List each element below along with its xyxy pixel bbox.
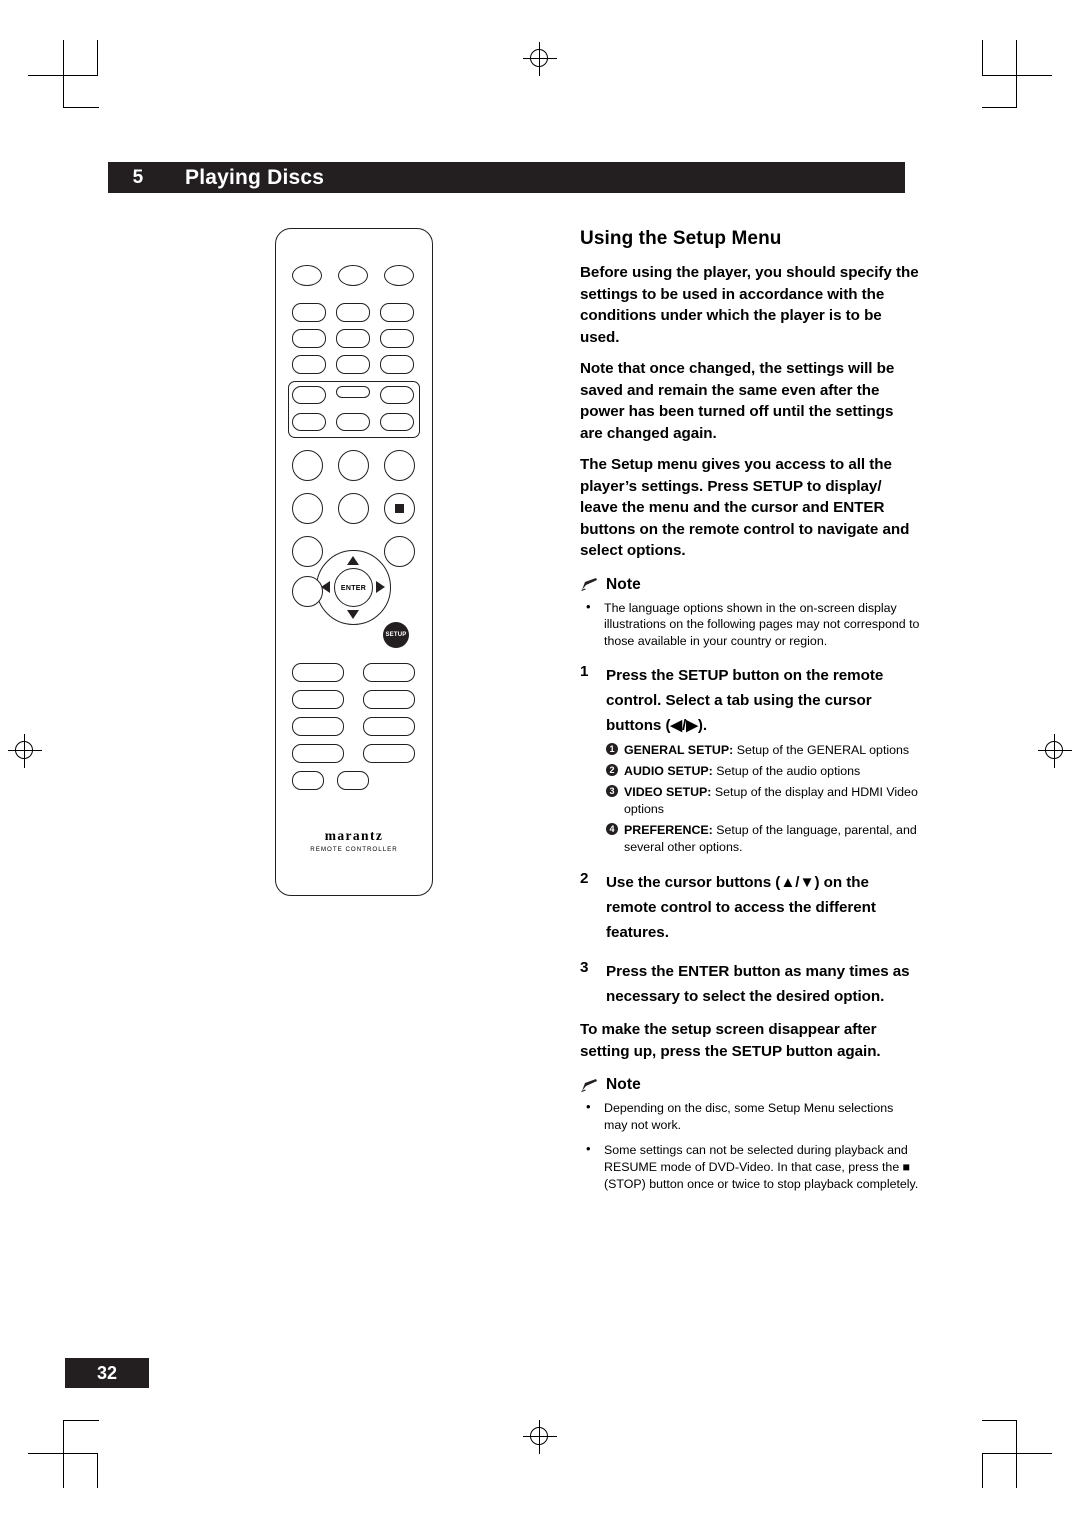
note-item: The language options shown in the on-scr… bbox=[580, 599, 920, 650]
remote-button-fn-10 bbox=[337, 771, 369, 790]
remote-button-play bbox=[336, 386, 370, 398]
circled-number-icon: 2 bbox=[606, 764, 618, 777]
note-heading-1: Note bbox=[580, 576, 920, 594]
circled-number-icon: 1 bbox=[606, 743, 618, 756]
sub-item-bold: AUDIO SETUP: bbox=[624, 764, 713, 779]
remote-button-pause bbox=[336, 413, 370, 431]
remote-button-audio bbox=[292, 450, 323, 481]
circled-number-icon: 4 bbox=[606, 823, 618, 836]
closing-paragraph: To make the setup screen disappear after… bbox=[580, 1021, 881, 1060]
remote-button-fn-8 bbox=[363, 744, 415, 763]
step-2: 2 Use the cursor buttons (▲/▼) on the re… bbox=[580, 870, 920, 945]
remote-button-subtitle bbox=[338, 450, 369, 481]
remote-button-top-menu bbox=[292, 536, 323, 567]
step-3: 3 Press the ENTER button as many times a… bbox=[580, 959, 920, 1009]
note-item: Some settings can not be selected during… bbox=[580, 1141, 920, 1192]
list-item: 2 AUDIO SETUP: Setup of the audio option… bbox=[606, 763, 920, 780]
list-item: 1 GENERAL SETUP: Setup of the GENERAL op… bbox=[606, 742, 920, 759]
sub-item-bold: VIDEO SETUP: bbox=[624, 785, 712, 800]
remote-button-angle bbox=[384, 450, 415, 481]
remote-button-return bbox=[292, 576, 323, 607]
list-item: 3 VIDEO SETUP: Setup of the display and … bbox=[606, 784, 920, 818]
remote-button-num-6 bbox=[380, 329, 414, 348]
registration-mark-bottom bbox=[523, 1420, 557, 1454]
remote-button-fn-7 bbox=[292, 744, 344, 763]
remote-button-fn-2 bbox=[363, 663, 415, 682]
step-3-text: Press the ENTER button as many times as … bbox=[606, 963, 910, 1006]
remote-button-power bbox=[292, 265, 322, 286]
main-text-column: Using the Setup Menu Before using the pl… bbox=[580, 228, 920, 1201]
remote-button-repeat bbox=[338, 493, 369, 524]
registration-mark-left bbox=[8, 734, 42, 768]
pencil-icon bbox=[580, 577, 599, 592]
cursor-down-icon bbox=[347, 610, 359, 619]
remote-button-fn-4 bbox=[363, 690, 415, 709]
step-3-number: 3 bbox=[580, 959, 589, 977]
cursor-right-icon bbox=[376, 581, 385, 593]
remote-button-num-8 bbox=[336, 355, 370, 374]
note-label-2: Note bbox=[606, 1076, 641, 1094]
remote-button-zoom bbox=[292, 493, 323, 524]
remote-button-fn-5 bbox=[292, 717, 344, 736]
step-2-number: 2 bbox=[580, 870, 589, 888]
remote-button-enter: ENTER bbox=[334, 568, 373, 607]
sub-item-bold: PREFERENCE: bbox=[624, 823, 713, 838]
intro-paragraph-3: The Setup menu gives you access to all t… bbox=[580, 456, 910, 559]
circled-number-icon: 3 bbox=[606, 785, 618, 798]
note-list-2: Depending on the disc, some Setup Menu s… bbox=[580, 1099, 920, 1192]
cursor-up-icon bbox=[347, 556, 359, 565]
step-2-text: Use the cursor buttons (▲/▼) on the remo… bbox=[606, 874, 876, 942]
remote-button-fn-6 bbox=[363, 717, 415, 736]
remote-brand-block: marantz REMOTE CONTROLLER bbox=[275, 828, 433, 853]
remote-button-num-2 bbox=[336, 303, 370, 322]
step-1-number: 1 bbox=[580, 663, 589, 681]
remote-button-num-9 bbox=[380, 355, 414, 374]
intro-paragraph-2: Note that once changed, the settings wil… bbox=[580, 360, 895, 442]
chapter-number: 5 bbox=[132, 167, 144, 188]
remote-button-menu bbox=[384, 536, 415, 567]
page-number: 32 bbox=[65, 1358, 149, 1388]
remote-button-num-1 bbox=[292, 303, 326, 322]
remote-button-num-3 bbox=[380, 303, 414, 322]
step-1-text: Press the SETUP button on the remote con… bbox=[606, 667, 884, 735]
list-item: 4 PREFERENCE: Setup of the language, par… bbox=[606, 822, 920, 856]
remote-button-setup: SETUP bbox=[383, 622, 409, 648]
chapter-title: Playing Discs bbox=[185, 166, 325, 189]
remote-button-num-4 bbox=[292, 329, 326, 348]
remote-button-stop bbox=[384, 493, 415, 524]
remote-brand-name: marantz bbox=[324, 828, 384, 843]
remote-brand-sublabel: REMOTE CONTROLLER bbox=[310, 846, 398, 853]
section-title: Using the Setup Menu bbox=[580, 228, 782, 249]
note-item: Depending on the disc, some Setup Menu s… bbox=[580, 1099, 920, 1133]
remote-button-fn-1 bbox=[292, 663, 344, 682]
remote-button-display bbox=[384, 265, 414, 286]
remote-button-open-close bbox=[338, 265, 368, 286]
remote-button-fwd bbox=[380, 413, 414, 431]
remote-control-illustration: ENTER SETUP marantz REMOTE CONTROLLER bbox=[275, 228, 435, 898]
note-label-1: Note bbox=[606, 575, 641, 593]
note-list-1: The language options shown in the on-scr… bbox=[580, 599, 920, 650]
intro-paragraph-1: Before using the player, you should spec… bbox=[580, 264, 919, 346]
remote-button-prev bbox=[292, 386, 326, 404]
note-heading-2: Note bbox=[580, 1076, 920, 1094]
remote-button-rev bbox=[292, 413, 326, 431]
sub-item-rest: Setup of the GENERAL options bbox=[733, 743, 910, 758]
sub-item-rest: Setup of the audio options bbox=[712, 764, 861, 779]
pencil-icon bbox=[580, 1078, 599, 1093]
remote-button-next bbox=[380, 386, 414, 404]
step-1: 1 Press the SETUP button on the remote c… bbox=[580, 663, 920, 738]
registration-mark-right bbox=[1038, 734, 1072, 768]
remote-button-fn-3 bbox=[292, 690, 344, 709]
remote-button-fn-9 bbox=[292, 771, 324, 790]
registration-mark-top bbox=[523, 42, 557, 76]
remote-button-num-5 bbox=[336, 329, 370, 348]
step-1-sublist: 1 GENERAL SETUP: Setup of the GENERAL op… bbox=[606, 742, 920, 856]
remote-button-num-7 bbox=[292, 355, 326, 374]
sub-item-bold: GENERAL SETUP: bbox=[624, 743, 734, 758]
